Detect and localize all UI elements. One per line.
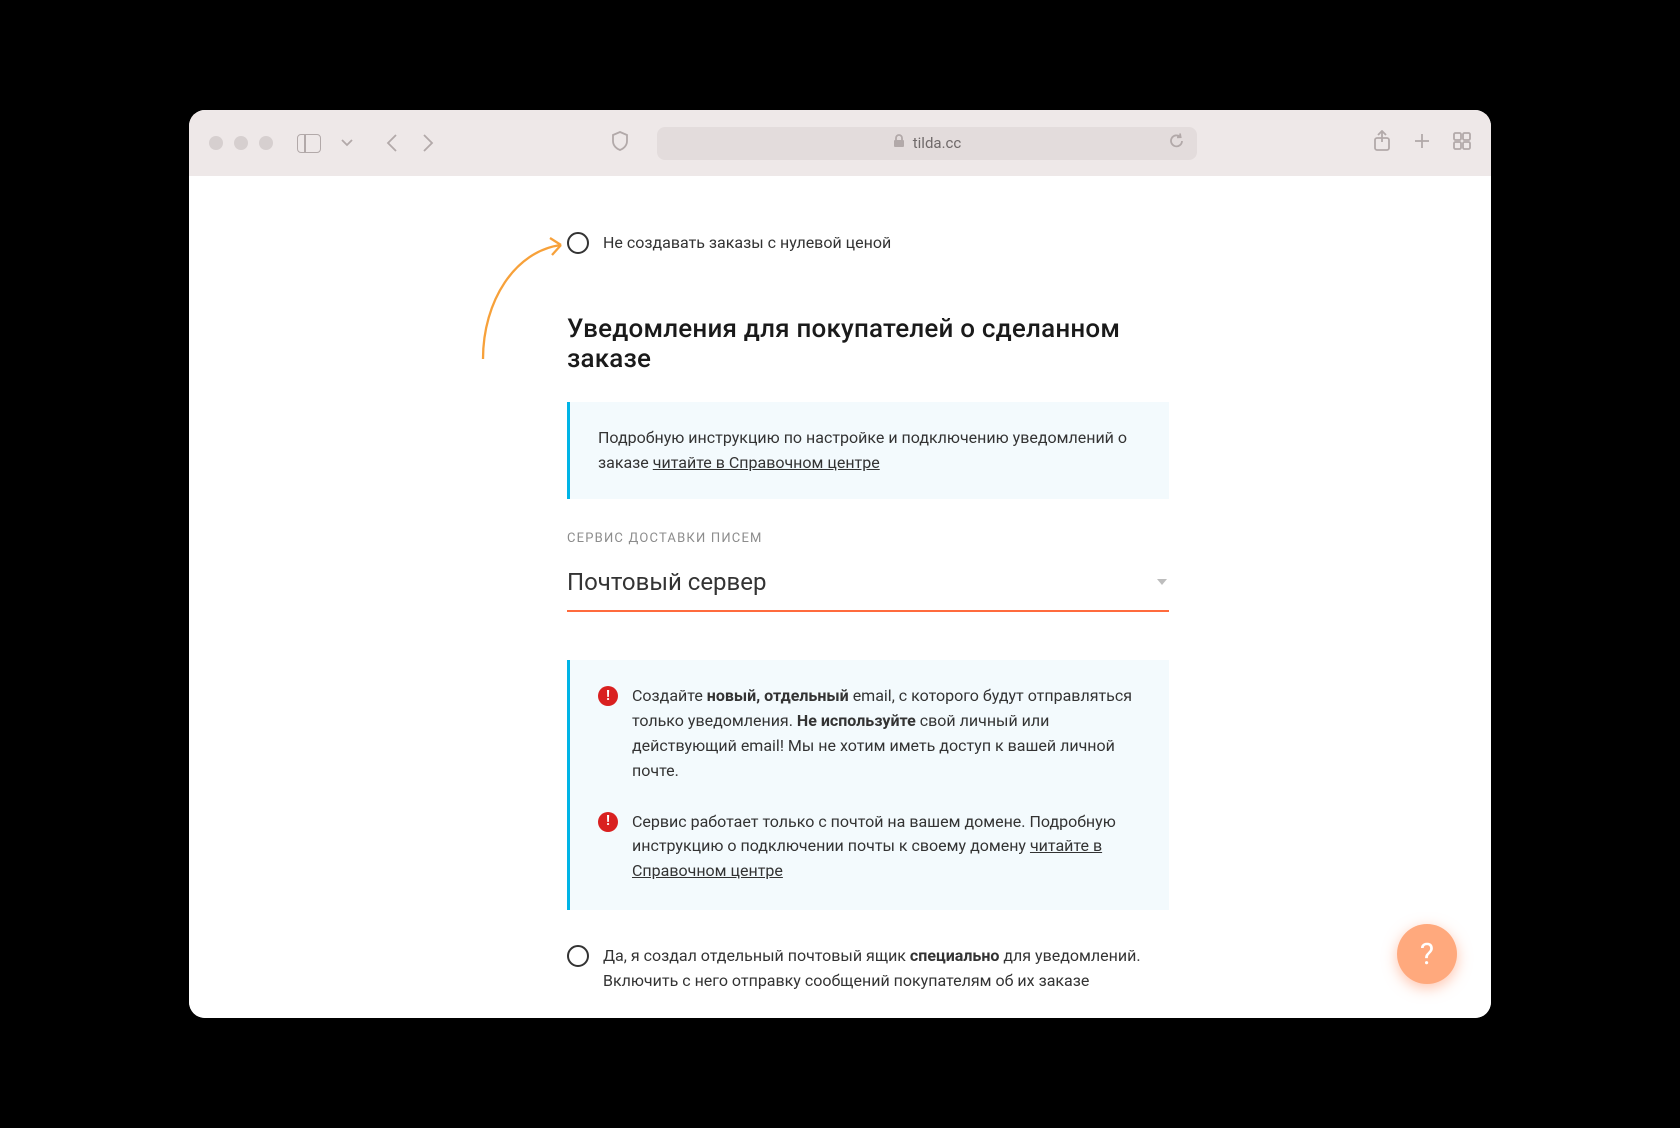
warning-box: ! Создайте новый, отдельный email, с кот… xyxy=(567,660,1169,910)
mail-service-select[interactable]: Почтовый сервер xyxy=(567,560,1169,612)
alert-icon: ! xyxy=(598,812,618,832)
traffic-light-zoom[interactable] xyxy=(259,136,273,150)
new-tab-icon[interactable] xyxy=(1413,132,1431,154)
info-box-help: Подробную инструкцию по настройке и подк… xyxy=(567,402,1169,500)
tab-overview-icon[interactable] xyxy=(1453,132,1471,154)
annotation-arrow xyxy=(475,231,575,361)
mail-service-label: СЕРВИС ДОСТАВКИ ПИСЕМ xyxy=(567,531,1169,546)
tab-group-dropdown[interactable] xyxy=(341,139,353,147)
checkbox-circle-icon xyxy=(567,232,589,254)
chrome-right-actions xyxy=(1373,130,1471,156)
mail-service-value: Почтовый сервер xyxy=(567,568,766,596)
url-host: tilda.cc xyxy=(913,134,961,152)
page-body: Не создавать заказы с нулевой ценой Увед… xyxy=(189,176,1491,1018)
traffic-light-minimize[interactable] xyxy=(234,136,248,150)
address-bar[interactable]: tilda.cc xyxy=(657,127,1197,160)
nav-forward-icon[interactable] xyxy=(421,133,435,153)
info-help-link[interactable]: читайте в Справочном центре xyxy=(653,453,880,472)
traffic-light-close[interactable] xyxy=(209,136,223,150)
nav-back-icon[interactable] xyxy=(385,133,399,153)
lock-icon xyxy=(893,134,905,152)
nav-arrows xyxy=(385,133,435,153)
privacy-shield-icon[interactable] xyxy=(611,131,629,155)
traffic-lights xyxy=(209,136,273,150)
reload-icon[interactable] xyxy=(1168,133,1185,154)
question-mark-icon: ? xyxy=(1420,937,1434,972)
browser-window: tilda.cc xyxy=(189,110,1491,1018)
sidebar-toggle-icon[interactable] xyxy=(297,134,321,153)
checkbox-confirm-dedicated-mailbox[interactable]: Да, я создал отдельный почтовый ящик спе… xyxy=(567,944,1169,994)
checkbox-no-zero-price-orders[interactable]: Не создавать заказы с нулевой ценой xyxy=(567,231,1169,256)
alert-icon: ! xyxy=(598,686,618,706)
warning-item-new-email: ! Создайте новый, отдельный email, с кот… xyxy=(598,684,1141,783)
checkbox-circle-icon xyxy=(567,945,589,967)
help-fab-button[interactable]: ? xyxy=(1397,924,1457,984)
settings-form: Не создавать заказы с нулевой ценой Увед… xyxy=(567,231,1169,1018)
section-title: Уведомления для покупателей о сделанном … xyxy=(567,314,1169,374)
warning-item-own-domain: ! Сервис работает только с почтой на ваш… xyxy=(598,810,1141,884)
chevron-down-icon xyxy=(1155,577,1169,587)
share-icon[interactable] xyxy=(1373,130,1391,156)
browser-chrome: tilda.cc xyxy=(189,110,1491,176)
checkbox-label: Не создавать заказы с нулевой ценой xyxy=(603,231,891,256)
checkbox-label: Да, я создал отдельный почтовый ящик спе… xyxy=(603,944,1169,994)
